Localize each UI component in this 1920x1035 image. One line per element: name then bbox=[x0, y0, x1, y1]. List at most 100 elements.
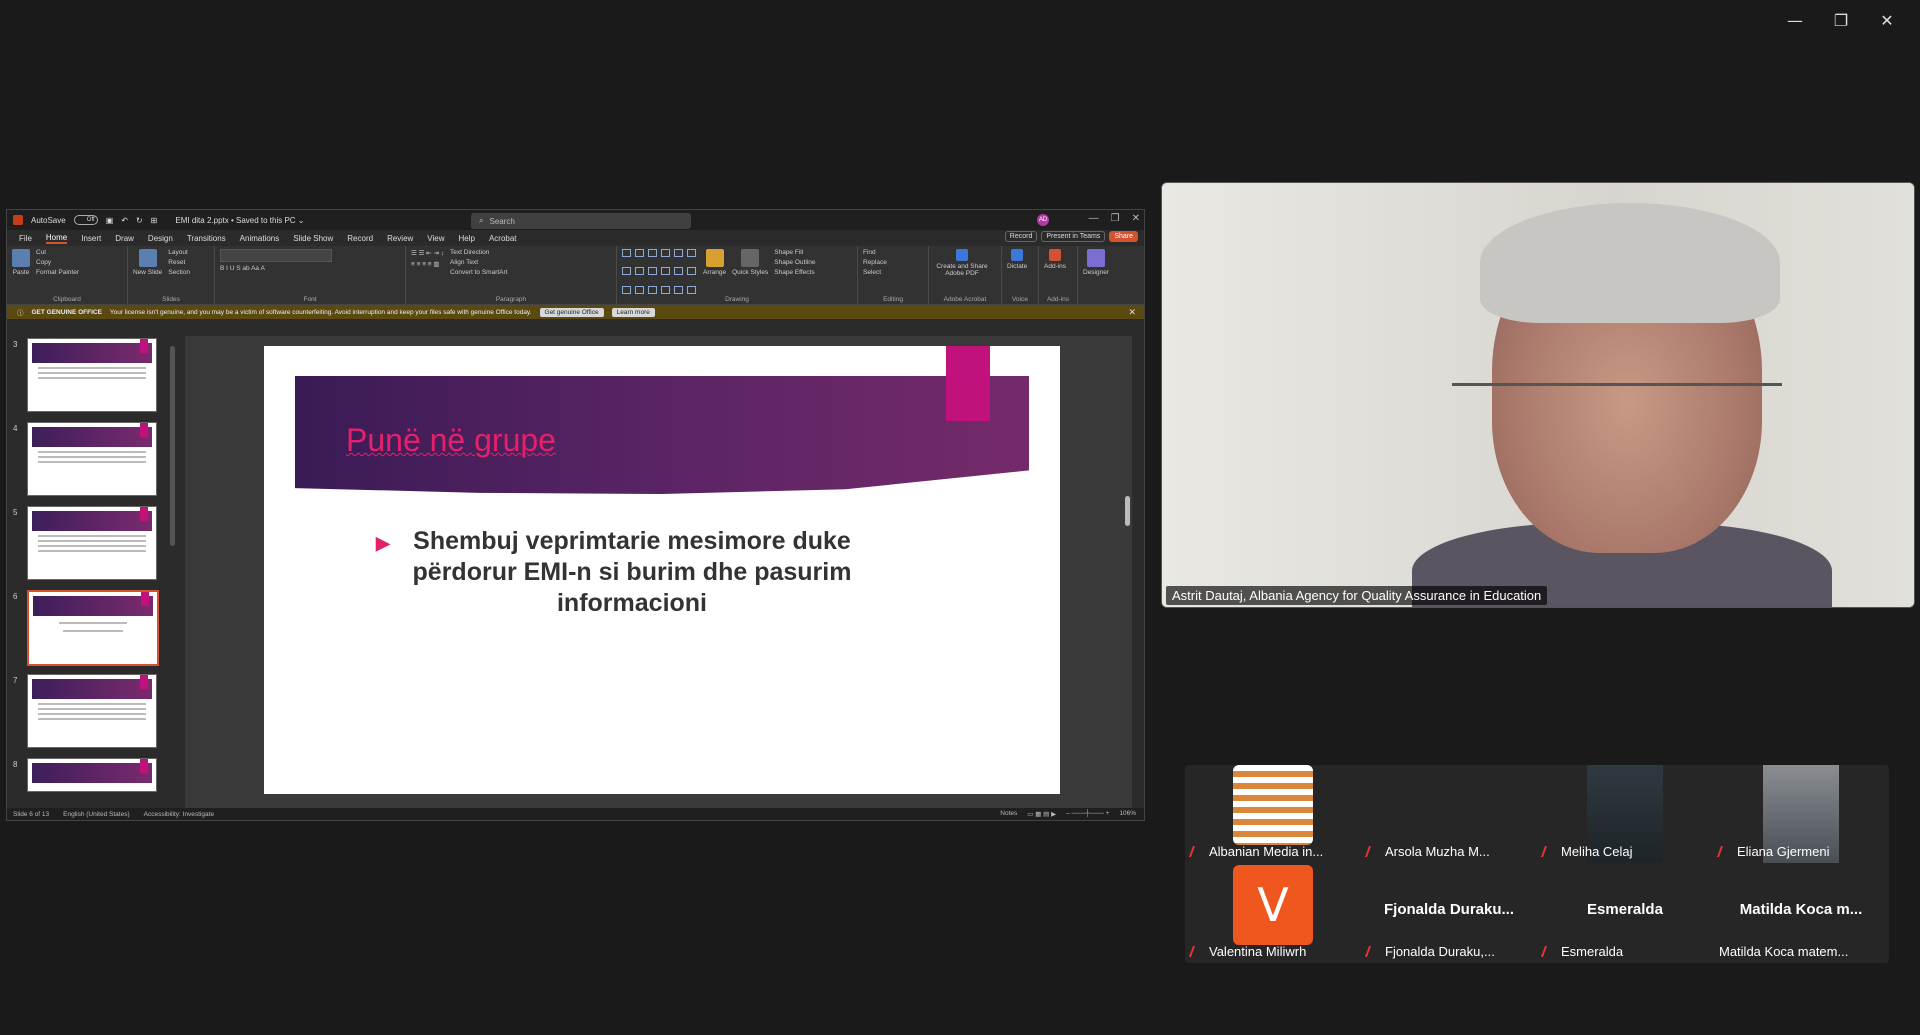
record-button[interactable]: Record bbox=[1004, 231, 1038, 242]
participant-tile[interactable]: Albanian Media in... bbox=[1185, 765, 1361, 863]
shapes-gallery[interactable] bbox=[622, 249, 697, 301]
restore-icon[interactable]: ❐ bbox=[1818, 8, 1864, 32]
accessibility-status[interactable]: Accessibility: Investigate bbox=[144, 811, 214, 818]
slide-thumbnail[interactable] bbox=[27, 758, 157, 792]
tab-acrobat[interactable]: Acrobat bbox=[489, 234, 517, 243]
tab-file[interactable]: File bbox=[19, 234, 32, 243]
zoom-level[interactable]: 106% bbox=[1119, 810, 1136, 818]
slide-canvas: Punë në grupe ▶ Shembuj veprimtarie mesi… bbox=[185, 336, 1132, 808]
tab-home[interactable]: Home bbox=[45, 233, 68, 244]
dictate-button[interactable]: Dictate bbox=[1007, 249, 1027, 301]
align-text-button[interactable]: Align Text bbox=[450, 259, 507, 266]
participant-display-name: Esmeralda bbox=[1587, 901, 1663, 918]
arrange-icon bbox=[705, 249, 724, 267]
format-painter-button[interactable]: Format Painter bbox=[36, 269, 79, 276]
participant-tile[interactable]: Eliana Gjermeni bbox=[1713, 765, 1889, 863]
select-button[interactable]: Select bbox=[863, 269, 887, 276]
tab-design[interactable]: Design bbox=[148, 234, 173, 243]
shape-fill-button[interactable]: Shape Fill bbox=[774, 249, 815, 256]
create-share-pdf-button[interactable]: Create and Share Adobe PDF bbox=[934, 249, 990, 301]
language-status[interactable]: English (United States) bbox=[63, 811, 129, 818]
undo-icon[interactable]: ↶ bbox=[121, 216, 128, 225]
tab-help[interactable]: Help bbox=[459, 234, 475, 243]
slide-bullet[interactable]: ▶ Shembuj veprimtarie mesimore duke përd… bbox=[376, 526, 882, 619]
slide-accent-tab bbox=[946, 346, 990, 421]
slide-thumbnail-selected[interactable] bbox=[27, 590, 159, 666]
present-in-teams-button[interactable]: Present in Teams bbox=[1041, 231, 1106, 242]
zoom-slider[interactable]: – ───┼─── + bbox=[1066, 810, 1109, 818]
present-icon[interactable]: ⊞ bbox=[151, 216, 158, 225]
participants-grid: Albanian Media in... Arsola Muzha M... M… bbox=[1185, 765, 1889, 963]
slide-thumbnail[interactable] bbox=[27, 338, 157, 412]
copy-button[interactable]: Copy bbox=[36, 259, 79, 266]
thumbnail-scrollbar[interactable] bbox=[170, 346, 175, 546]
arrange-button[interactable]: Arrange bbox=[703, 249, 726, 301]
current-slide[interactable]: Punë në grupe ▶ Shembuj veprimtarie mesi… bbox=[264, 346, 1060, 794]
addins-button[interactable]: Add-ins bbox=[1044, 249, 1066, 301]
participant-tile[interactable]: Fjonalda Duraku... Fjonalda Duraku,... bbox=[1361, 865, 1537, 963]
view-buttons[interactable]: ▭ ▦ ▤ ▶ bbox=[1027, 810, 1056, 818]
section-button[interactable]: Section bbox=[168, 269, 190, 276]
tab-transitions[interactable]: Transitions bbox=[187, 234, 226, 243]
participant-tile[interactable]: Esmeralda Esmeralda bbox=[1537, 865, 1713, 963]
shape-outline-button[interactable]: Shape Outline bbox=[774, 259, 815, 266]
mic-muted-icon bbox=[1716, 846, 1734, 857]
replace-button[interactable]: Replace bbox=[863, 259, 887, 266]
find-button[interactable]: Find bbox=[863, 249, 887, 256]
layout-button[interactable]: Layout bbox=[168, 249, 190, 256]
slide-thumbnail[interactable] bbox=[27, 506, 157, 580]
mic-muted-icon bbox=[1188, 846, 1206, 857]
convert-smartart-button[interactable]: Convert to SmartArt bbox=[450, 269, 507, 276]
tab-draw[interactable]: Draw bbox=[115, 234, 134, 243]
save-icon[interactable]: ▣ bbox=[106, 216, 114, 225]
font-name-input[interactable] bbox=[220, 249, 332, 262]
redo-icon[interactable]: ↻ bbox=[136, 216, 143, 225]
info-icon: ⓘ bbox=[17, 310, 24, 317]
close-icon[interactable]: ✕ bbox=[1864, 8, 1910, 32]
tab-insert[interactable]: Insert bbox=[81, 234, 101, 243]
tab-review[interactable]: Review bbox=[387, 234, 413, 243]
avatar[interactable]: AD bbox=[1037, 214, 1049, 226]
tab-animations[interactable]: Animations bbox=[240, 234, 280, 243]
text-direction-button[interactable]: Text Direction bbox=[450, 249, 507, 256]
shape-effects-button[interactable]: Shape Effects bbox=[774, 269, 815, 276]
new-slide-button[interactable]: New Slide bbox=[133, 249, 162, 301]
ppt-close-icon[interactable]: ✕ bbox=[1132, 213, 1140, 224]
learn-more-button[interactable]: Learn more bbox=[611, 307, 655, 317]
quick-styles-button[interactable]: Quick Styles bbox=[732, 249, 768, 301]
search-input[interactable]: ⌕ Search bbox=[471, 213, 691, 229]
ppt-restore-icon[interactable]: ❐ bbox=[1111, 213, 1120, 224]
align-buttons[interactable]: ≡ ≡ ≡ ≡ ▥ bbox=[411, 260, 444, 268]
autosave-toggle[interactable]: Off bbox=[73, 215, 98, 225]
ppt-minimize-icon[interactable]: — bbox=[1089, 213, 1099, 224]
file-name[interactable]: EMI dita 2.pptx • Saved to this PC ⌄ bbox=[175, 216, 304, 225]
quick-styles-icon bbox=[741, 249, 760, 267]
paste-button[interactable]: Paste bbox=[12, 249, 30, 301]
slide-scrollbar[interactable] bbox=[1125, 496, 1130, 526]
get-genuine-office-button[interactable]: Get genuine Office bbox=[539, 307, 604, 317]
tab-slide-show[interactable]: Slide Show bbox=[293, 234, 333, 243]
paste-icon bbox=[12, 249, 30, 267]
minimize-icon[interactable]: — bbox=[1772, 8, 1818, 32]
slide-title[interactable]: Punë në grupe bbox=[346, 422, 556, 459]
participant-tile[interactable]: Matilda Koca m... Matilda Koca matem... bbox=[1713, 865, 1889, 963]
designer-button[interactable]: Designer bbox=[1083, 249, 1109, 301]
slide-thumbnail[interactable] bbox=[27, 422, 157, 496]
mic-muted-icon bbox=[1364, 846, 1382, 857]
powerpoint-logo-icon bbox=[13, 215, 23, 225]
editing-group: Find Replace Select Editing bbox=[858, 246, 929, 304]
speaker-video-tile[interactable]: Astrit Dautaj, Albania Agency for Qualit… bbox=[1161, 182, 1915, 608]
tab-view[interactable]: View bbox=[427, 234, 444, 243]
slide-thumbnail[interactable] bbox=[27, 674, 157, 748]
notes-button[interactable]: Notes bbox=[1000, 810, 1017, 818]
reset-button[interactable]: Reset bbox=[168, 259, 190, 266]
tab-record[interactable]: Record bbox=[347, 234, 373, 243]
font-style-buttons[interactable]: B I U S ab Aa A bbox=[220, 265, 332, 272]
participant-tile[interactable]: Meliha Celaj bbox=[1537, 765, 1713, 863]
share-button[interactable]: Share bbox=[1109, 231, 1138, 242]
list-buttons[interactable]: ☰ ☰ ⇤ ⇥ ↕ bbox=[411, 249, 444, 257]
banner-close-icon[interactable]: ✕ bbox=[1128, 307, 1136, 318]
cut-button[interactable]: Cut bbox=[36, 249, 79, 256]
participant-tile[interactable]: Arsola Muzha M... bbox=[1361, 765, 1537, 863]
participant-tile[interactable]: V Valentina Miliwrh bbox=[1185, 865, 1361, 963]
